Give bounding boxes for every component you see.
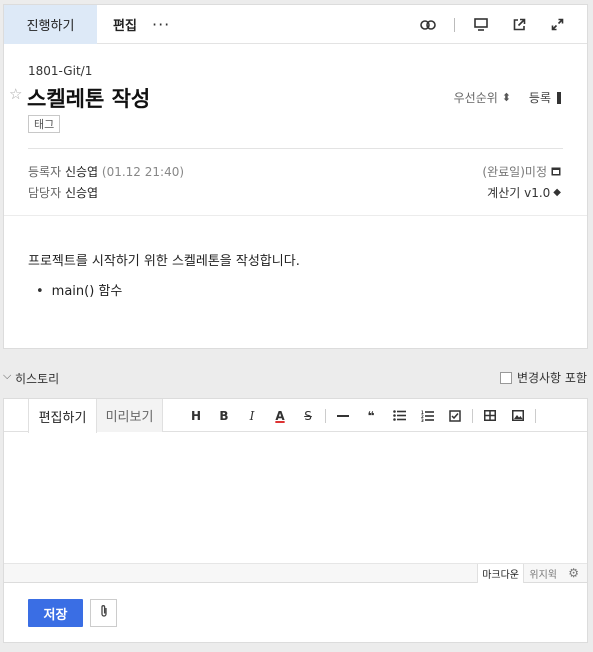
reporter-label: 등록자 [28,165,62,179]
attach-button[interactable] [90,599,117,627]
toolbar-divider [472,408,473,423]
issue-title: 스켈레톤 작성 [27,87,151,111]
priority-label: 우선순위 [453,91,498,105]
version-text: 계산기 v1.0 [487,186,551,200]
top-toolbar: 진행하기 편집 ··· [4,5,587,44]
text-color-button[interactable]: A [266,399,294,432]
tab-write[interactable]: 편집하기 [28,399,97,433]
editor-footer: 저장 [3,583,588,643]
external-link-icon[interactable] [511,17,527,33]
sort-icon: ⬍ [501,91,511,104]
version-control[interactable]: 계산기 v1.0 ◆ [487,184,561,201]
assignee-name[interactable]: 신승엽 [65,186,98,200]
toolbar-divider [454,17,455,32]
list-item: main() 함수 [36,280,123,299]
gear-icon[interactable]: ⚙ [568,566,579,580]
ordered-list-button[interactable]: 123 [413,399,441,432]
diamond-icon: ◆ [553,187,561,198]
register-control[interactable]: 등록 [529,89,561,106]
bold-button[interactable]: B [210,399,238,432]
toolbar-divider [325,408,326,423]
save-button[interactable]: 저장 [28,599,83,627]
history-header: ⌵ 히스토리 변경사항 포함 [0,366,593,388]
assignee-label: 담당자 [28,186,62,200]
heading-button[interactable]: H [182,399,210,432]
top-icons [420,5,587,44]
calendar-icon [551,165,561,179]
tab-edit[interactable]: 편집 [113,5,137,44]
chevron-down-icon[interactable]: ⌵ [3,369,11,383]
bar-icon [557,91,561,104]
bullet-list-button[interactable] [385,399,413,432]
tab-preview[interactable]: 미리보기 [97,399,163,432]
include-changes-label: 변경사항 포함 [516,371,587,385]
italic-button[interactable]: I [238,399,266,432]
tag-badge[interactable]: 태그 [28,115,61,133]
table-button[interactable] [476,399,504,432]
register-label: 등록 [528,91,551,105]
due-date-control[interactable]: (완료일)미정 [482,163,561,180]
editor-mode-bar: 마크다운 위지윅 ⚙ [4,563,587,583]
reporter-name[interactable]: 신승엽 [65,165,98,179]
link-icon[interactable] [420,17,436,33]
include-changes-checkbox[interactable] [499,371,512,384]
svg-text:3: 3 [421,418,424,422]
star-icon[interactable]: ☆ [9,85,22,103]
issue-card: 진행하기 편집 ··· 1801-Git/1 ☆ 스켈레톤 작성 우선순위 ⬍ … [3,4,588,349]
due-date-text: (완료일)미정 [482,165,547,179]
expand-icon[interactable] [549,17,565,33]
issue-path[interactable]: 1801-Git/1 [28,64,92,78]
toolbar-divider [535,408,536,423]
quote-button[interactable]: ❝ [357,399,385,432]
mode-wysiwyg-button[interactable]: 위지윅 [525,564,561,583]
horizontal-rule-button[interactable] [329,399,357,432]
reporter-date: (01.12 21:40) [101,165,185,179]
image-button[interactable] [504,399,532,432]
include-changes-option[interactable]: 변경사항 포함 [499,369,587,386]
task-list-button[interactable] [441,399,469,432]
priority-control[interactable]: 우선순위 ⬍ [454,89,511,106]
divider [4,215,587,216]
assignee-row: 담당자 신승엽 [28,184,98,201]
monitor-icon[interactable] [473,17,489,33]
reporter-row: 등록자 신승엽 (01.12 21:40) [28,163,184,180]
description-list: main() 함수 [36,280,123,299]
editor-tabs: 편집하기 미리보기 H B I A S ❝ 123 [4,399,587,433]
comment-editor: 편집하기 미리보기 H B I A S ❝ 123 마크다운 위지윅 ⚙ [3,398,588,583]
issue-description: 프로젝트를 시작하기 위한 스켈레톤을 작성합니다. [28,254,300,269]
paperclip-icon [100,604,108,622]
mode-markdown-button[interactable]: 마크다운 [477,564,524,583]
tab-progress[interactable]: 진행하기 [4,5,97,44]
history-toggle[interactable]: 히스토리 [15,370,59,387]
divider [28,148,563,149]
strike-button[interactable]: S [294,399,322,432]
more-icon[interactable]: ··· [152,5,170,44]
format-toolbar: H B I A S ❝ 123 [182,399,539,432]
